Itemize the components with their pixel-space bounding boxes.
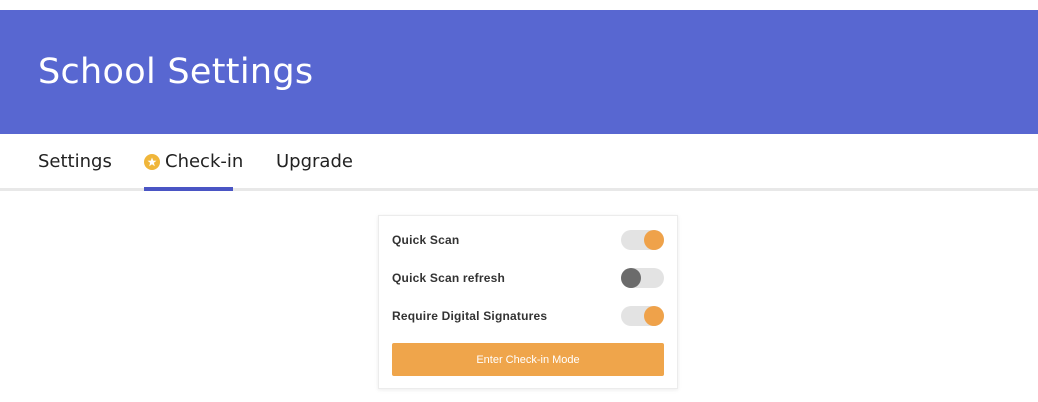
tab-check-in[interactable]: Check-in: [144, 134, 243, 188]
top-strip: [0, 0, 1038, 10]
toggle-knob: [644, 306, 664, 326]
tab-bar: Settings Check-in Upgrade: [0, 134, 1038, 191]
setting-row-quick-scan: Quick Scan: [392, 227, 664, 253]
check-in-settings-card: Quick Scan Quick Scan refresh Require Di…: [378, 215, 678, 389]
setting-row-require-digital-signatures: Require Digital Signatures: [392, 303, 664, 329]
require-digital-signatures-label: Require Digital Signatures: [392, 309, 548, 323]
enter-check-in-mode-button[interactable]: Enter Check-in Mode: [392, 343, 664, 376]
quick-scan-refresh-label: Quick Scan refresh: [392, 271, 505, 285]
quick-scan-label: Quick Scan: [392, 233, 460, 247]
page-header: School Settings: [0, 10, 1038, 134]
quick-scan-toggle[interactable]: [621, 230, 664, 250]
toggle-knob: [644, 230, 664, 250]
active-tab-indicator: [144, 187, 233, 191]
quick-scan-refresh-toggle[interactable]: [621, 268, 664, 288]
setting-row-quick-scan-refresh: Quick Scan refresh: [392, 265, 664, 291]
tab-check-in-label: Check-in: [165, 150, 244, 172]
page-title: School Settings: [38, 52, 314, 92]
tab-upgrade[interactable]: Upgrade: [276, 134, 353, 188]
toggle-knob: [621, 268, 641, 288]
tab-settings[interactable]: Settings: [38, 134, 112, 188]
star-icon: [144, 154, 160, 170]
tab-settings-label: Settings: [38, 150, 112, 172]
page: School Settings Settings Check-in Upgrad…: [0, 0, 1038, 402]
tab-upgrade-label: Upgrade: [276, 150, 353, 172]
require-digital-signatures-toggle[interactable]: [621, 306, 664, 326]
